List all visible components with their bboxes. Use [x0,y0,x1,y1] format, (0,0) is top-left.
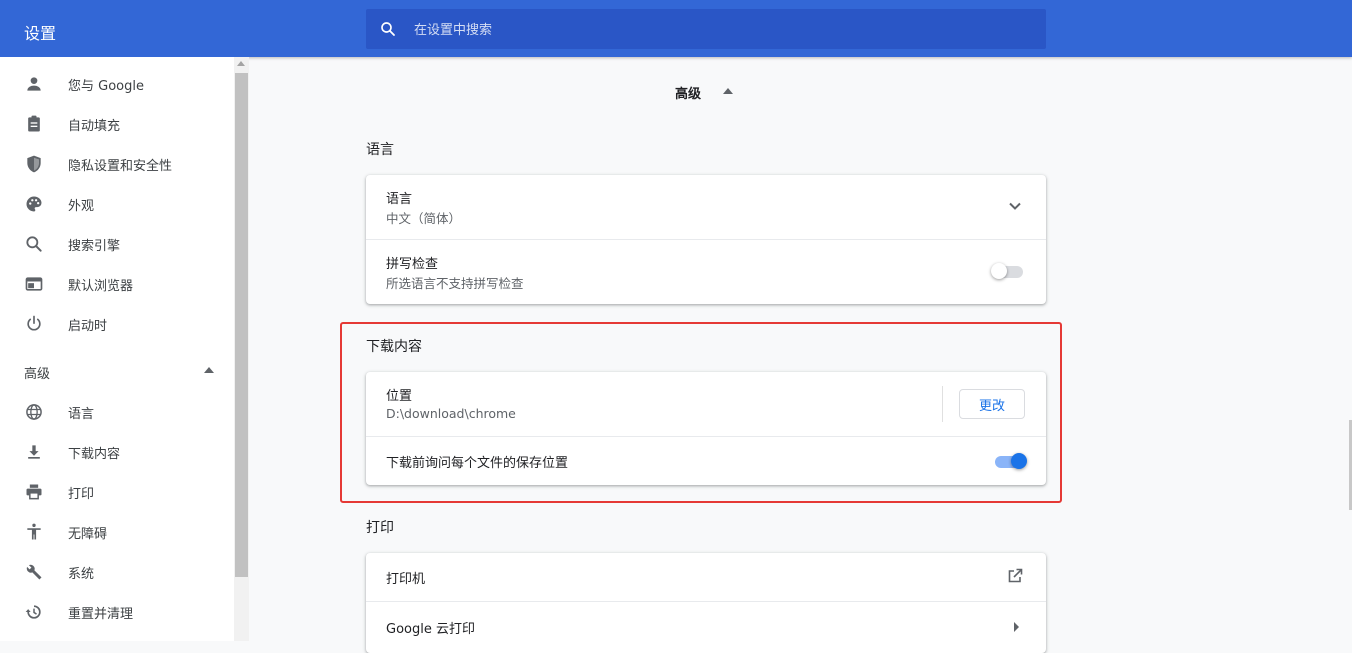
sidebar-scrollbar[interactable] [234,57,249,641]
sidebar-item-label: 打印 [68,486,95,502]
sidebar-item-reset[interactable]: 重置并清理 [0,592,234,632]
external-link-icon[interactable] [1007,568,1023,584]
printers-row-title: 打印机 [386,572,426,587]
caret-up-icon[interactable] [723,88,733,94]
sidebar-item-label: 隐私设置和安全性 [68,158,173,174]
ask-where-to-save-row[interactable]: 下载前询问每个文件的保存位置 [366,437,1046,485]
search-icon [381,22,395,36]
sidebar-item-printing[interactable]: 打印 [0,472,234,512]
printers-row[interactable]: 打印机 [366,553,1046,601]
clipboard-icon [28,115,40,132]
advanced-heading[interactable]: 高级 [675,83,701,102]
toggle-knob [991,263,1007,279]
search-icon [26,236,42,252]
cloud-print-row[interactable]: Google 云打印 [366,602,1046,650]
spellcheck-toggle[interactable] [991,263,1023,279]
sidebar-item-label: 语言 [68,406,95,422]
download-location-path: D:\download\chrome [386,406,516,421]
sidebar-item-search-engine[interactable]: 搜索引擎 [0,224,234,264]
vertical-separator [942,386,943,422]
sidebar-item-default-browser[interactable]: 默认浏览器 [0,264,234,304]
printer-icon [26,484,42,500]
language-row[interactable]: 语言 中文（简体） [366,175,1046,239]
languages-card: 语言 中文（简体） 拼写检查 所选语言不支持拼写检查 [366,175,1046,304]
sidebar-advanced-label: 高级 [24,367,51,382]
shield-icon [27,155,41,173]
globe-icon [26,404,42,420]
power-icon [27,315,41,331]
search-input[interactable] [412,9,1016,51]
toggle-knob [1011,453,1027,469]
sidebar-advanced-toggle[interactable]: 高级 [24,363,214,382]
chevron-right-icon[interactable] [1013,622,1019,632]
history-icon [25,605,41,619]
sidebar-item-privacy[interactable]: 隐私设置和安全性 [0,144,234,184]
person-icon [27,77,41,91]
sidebar-item-you-and-google[interactable]: 您与 Google [0,64,234,104]
sidebar-item-label: 无障碍 [68,526,108,542]
language-row-value: 中文（简体） [386,211,462,226]
download-icon [28,445,40,459]
sidebar-item-label: 系统 [68,566,95,582]
sidebar-item-on-startup[interactable]: 启动时 [0,304,234,344]
downloads-card: 位置 D:\download\chrome 更改 下载前询问每个文件的保存位置 [366,372,1046,485]
printing-section-title: 打印 [366,520,394,536]
top-bar: 设置 [0,0,1352,57]
sidebar-item-label: 搜索引擎 [68,238,121,254]
palette-icon [26,196,42,212]
chevron-down-icon[interactable] [1009,202,1021,210]
cloud-print-row-title: Google 云打印 [386,622,475,637]
caret-up-icon [204,367,214,373]
browser-icon [25,277,43,291]
sidebar-item-label: 重置并清理 [68,606,134,622]
search-box[interactable] [366,9,1046,51]
ask-where-to-save-toggle[interactable] [995,453,1027,469]
sidebar-item-label: 外观 [68,198,95,214]
wrench-icon [26,564,42,580]
scrollbar-thumb[interactable] [235,73,248,577]
sidebar-item-appearance[interactable]: 外观 [0,184,234,224]
download-location-title: 位置 [386,389,413,404]
ask-where-to-save-title: 下载前询问每个文件的保存位置 [386,456,569,471]
languages-section-title: 语言 [366,142,394,158]
sidebar-item-label: 下载内容 [68,446,121,462]
sidebar-item-downloads[interactable]: 下载内容 [0,432,234,472]
sidebar-item-label: 默认浏览器 [68,278,134,294]
sidebar-item-languages[interactable]: 语言 [0,392,234,432]
accessibility-icon [27,523,41,540]
sidebar-item-autofill[interactable]: 自动填充 [0,104,234,144]
sidebar-item-label: 您与 Google [68,78,144,94]
sidebar: 您与 Google 自动填充 隐私设置和安全性 外观 搜索引擎 默认浏览器 启动… [0,57,234,641]
downloads-section-title: 下载内容 [366,339,422,355]
main-content: 高级 语言 语言 中文（简体） 拼写检查 所选语言不支持拼写检查 下载内容 位置… [249,57,1352,653]
download-location-row: 位置 D:\download\chrome 更改 [366,372,1046,436]
spellcheck-row-title: 拼写检查 [386,257,439,272]
sidebar-item-system[interactable]: 系统 [0,552,234,592]
sidebar-item-label: 启动时 [68,318,108,334]
language-row-title: 语言 [386,192,413,207]
spellcheck-row[interactable]: 拼写检查 所选语言不支持拼写检查 [366,240,1046,304]
sidebar-item-label: 自动填充 [68,118,121,134]
change-location-button[interactable]: 更改 [959,389,1025,419]
scroll-up-arrow-icon[interactable] [237,61,245,66]
spellcheck-row-subtitle: 所选语言不支持拼写检查 [386,276,524,291]
page-title: 设置 [24,24,57,43]
sidebar-item-accessibility[interactable]: 无障碍 [0,512,234,552]
printing-card: 打印机 Google 云打印 [366,553,1046,653]
